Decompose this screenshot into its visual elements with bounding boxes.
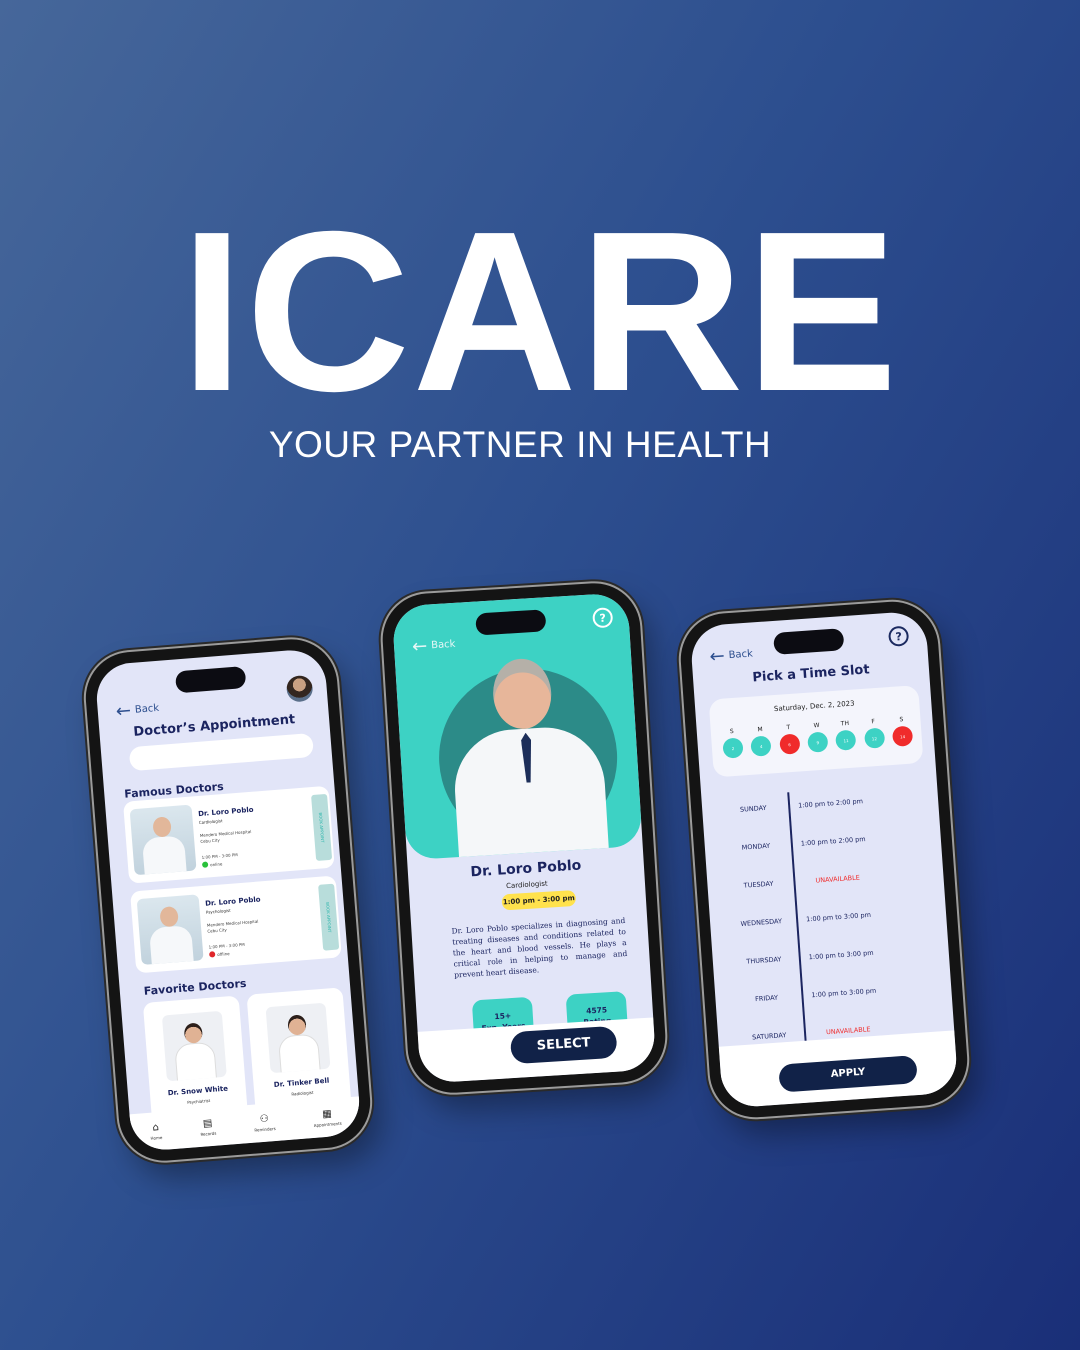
phone-doctor-profile-screen: ← Back ? Dr. Loro Poblo Cardiologist 1:0…: [379, 580, 669, 1096]
status-label: online: [209, 860, 223, 867]
schedule-slot: 1:00 pm to 3:00 pm: [808, 948, 874, 962]
nav-records[interactable]: ▤ Records: [199, 1118, 216, 1137]
phone-appointment-screen: ← Back Doctor’s Appointment Famous Docto…: [82, 635, 374, 1165]
schedule-day: SATURDAY: [751, 1031, 787, 1042]
back-label: Back: [728, 648, 754, 662]
day-letter: TH: [840, 719, 850, 728]
day-number: 6: [778, 733, 801, 755]
records-icon: ▤: [202, 1117, 213, 1130]
status-dot-icon: [208, 951, 216, 958]
schedule-day: FRIDAY: [754, 993, 779, 1004]
nav-label: Records: [200, 1130, 217, 1137]
schedule-slot: UNAVAILABLE: [825, 1025, 871, 1037]
day-picker: S 2 M 4 T 6 W 9 TH 11 F 12 S 14: [721, 715, 915, 759]
doctor-bio: Dr. Loro Poblo specializes in diagnosing…: [451, 915, 628, 980]
doctor-card[interactable]: Dr. Loro Poblo Cardiologist Mendero Medi…: [122, 785, 335, 884]
schedule-day: WEDNESDAY: [740, 917, 783, 928]
dynamic-island: [174, 665, 247, 694]
schedule-slot: 1:00 pm to 3:00 pm: [805, 910, 872, 924]
hero-subtitle: YOUR PARTNER IN HEALTH: [268, 424, 772, 465]
schedule-day: TUESDAY: [743, 879, 774, 890]
schedule-day: THURSDAY: [746, 955, 782, 966]
day-number: 14: [891, 725, 914, 747]
day-option[interactable]: T6: [777, 723, 801, 755]
favorite-doctors-heading: Favorite Doctors: [143, 976, 247, 998]
schedule-list: SUNDAY 1:00 pm to 2:00 pm MONDAY 1:00 pm to…: [689, 610, 924, 1041]
status-label: offline: [217, 950, 230, 957]
day-option[interactable]: TH 11: [834, 719, 858, 751]
day-option[interactable]: F 12: [862, 717, 886, 749]
doctor-photo: [136, 894, 204, 965]
book-appointment-button[interactable]: BOOK APPOINT: [318, 883, 340, 951]
favorite-doctor-card[interactable]: Dr. Tinker Bell Radiologist: [246, 987, 352, 1115]
select-button[interactable]: SELECT: [509, 1025, 618, 1065]
day-option[interactable]: W9: [805, 721, 829, 753]
time-badge: 1:00 pm - 3:00 pm: [501, 889, 577, 911]
favorite-doctor-card[interactable]: Dr. Snow White Psychiatrist: [142, 995, 248, 1123]
home-icon: ⌂: [152, 1122, 160, 1134]
schedule-row[interactable]: WEDNESDAY 1:00 pm to 3:00 pm: [730, 906, 937, 938]
schedule-slot: 1:00 pm to 3:00 pm: [811, 986, 877, 1000]
schedule-day: SUNDAY: [739, 803, 767, 814]
day-number: 12: [863, 727, 885, 749]
doctor-photo: [129, 804, 197, 876]
schedule-slot: 1:00 pm to 2:00 pm: [797, 797, 864, 810]
back-arrow-icon: ←: [115, 699, 132, 722]
back-arrow-icon: ←: [411, 635, 428, 657]
schedule-row[interactable]: SUNDAY 1:00 pm to 2:00 pm: [722, 793, 929, 825]
selected-date: Saturday, Dec. 2, 2023: [773, 699, 855, 714]
day-letter: W: [813, 721, 820, 730]
screen: ← Back Doctor’s Appointment Famous Docto…: [94, 647, 362, 1153]
back-button[interactable]: ← Back: [708, 644, 754, 667]
book-appointment-button[interactable]: BOOK APPOINT: [311, 793, 333, 861]
search-input[interactable]: [128, 732, 315, 772]
reminders-icon: ⚇: [259, 1113, 270, 1126]
phone-time-slot-screen: ← Back ? Pick a Time Slot Saturday, Dec.…: [677, 598, 971, 1121]
day-option[interactable]: M4: [749, 725, 773, 757]
doctor-photo: [161, 1010, 227, 1082]
week-calendar: Saturday, Dec. 2, 2023 S 2 M 4 T 6 W 9 TH 11 F 12 S 1…: [708, 685, 924, 778]
nav-label: Home: [150, 1134, 163, 1141]
schedule-row[interactable]: THURSDAY 1:00 pm to 3:00 pm: [733, 944, 940, 976]
day-option[interactable]: S 14: [890, 716, 914, 747]
dynamic-island: [773, 628, 845, 655]
day-letter: F: [871, 718, 876, 726]
user-avatar[interactable]: [285, 674, 314, 703]
schedule-row[interactable]: FRIDAY 1:00 pm to 3:00 pm: [735, 982, 942, 1014]
back-label: Back: [134, 702, 160, 716]
day-number: 11: [835, 729, 857, 751]
back-label: Back: [430, 638, 456, 652]
dynamic-island: [475, 609, 547, 636]
nav-appointments[interactable]: ▦ Appointments: [313, 1108, 342, 1128]
day-option[interactable]: S2: [721, 727, 745, 759]
schedule-day: MONDAY: [741, 841, 771, 852]
nav-reminders[interactable]: ⚇ Reminders: [253, 1113, 276, 1133]
day-number: 4: [750, 735, 772, 757]
screen: ← Back ? Pick a Time Slot Saturday, Dec.…: [689, 610, 959, 1109]
doctor-card[interactable]: Dr. Loro Poblo Psychologist Mendero Medi…: [130, 875, 342, 974]
day-number: 2: [722, 737, 744, 759]
back-button[interactable]: ← Back: [115, 699, 160, 722]
day-letter: S: [729, 727, 735, 736]
day-number: 9: [807, 731, 829, 753]
doctor-photo: [265, 1002, 331, 1074]
page-title: Pick a Time Slot: [751, 662, 871, 686]
day-letter: M: [757, 725, 763, 734]
calendar-icon: ▦: [321, 1108, 333, 1121]
schedule-slot: UNAVAILABLE: [815, 873, 861, 885]
day-letter: S: [899, 716, 904, 724]
nav-home[interactable]: ⌂ Home: [149, 1122, 162, 1141]
help-icon[interactable]: ?: [887, 625, 910, 647]
schedule-row[interactable]: TUESDAY UNAVAILABLE: [727, 868, 934, 900]
status-dot-icon: [201, 861, 209, 868]
hero-title: ICARE: [180, 185, 900, 439]
schedule-row[interactable]: MONDAY 1:00 pm to 2:00 pm: [725, 831, 932, 863]
back-arrow-icon: ←: [708, 644, 726, 667]
nav-label: Reminders: [254, 1125, 276, 1133]
screen: ← Back ? Dr. Loro Poblo Cardiologist 1:0…: [391, 592, 657, 1084]
nav-label: Appointments: [313, 1120, 342, 1128]
day-letter: T: [786, 724, 791, 732]
schedule-slot: 1:00 pm to 2:00 pm: [800, 835, 866, 848]
